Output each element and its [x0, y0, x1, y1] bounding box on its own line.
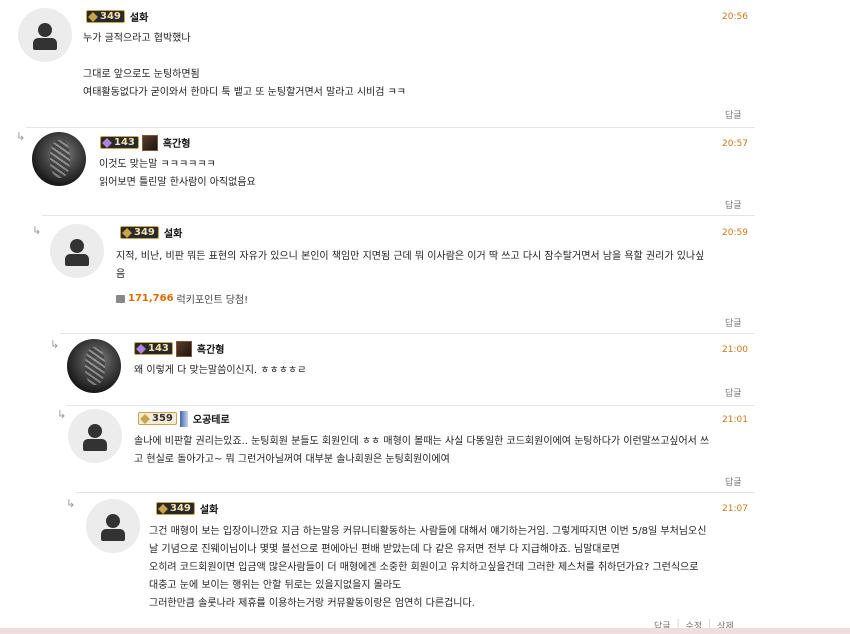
level-badge: 143	[100, 136, 139, 149]
level-gem-icon	[140, 413, 150, 424]
author-name[interactable]: 오공테로	[193, 411, 230, 426]
bottom-divider	[0, 628, 850, 634]
comment-body: 지적, 비난, 비판 뭐든 표현의 자유가 있으니 본인이 책임만 지면됨 근데…	[116, 251, 705, 280]
comment-time: 20:59	[722, 228, 748, 238]
comment-meta: 349 설화	[156, 501, 218, 516]
comment-time: 20:57	[722, 139, 748, 149]
avatar[interactable]	[67, 339, 121, 393]
author-name[interactable]: 흑간형	[163, 135, 191, 150]
emblem-icon	[141, 134, 158, 151]
comment-meta: 359 오공테로	[138, 410, 230, 427]
author-name[interactable]: 설화	[130, 9, 148, 24]
comment-body: 솔나에 비판할 권리는있죠.. 눈팅회원 분들도 회원인데 ㅎㅎ 매형이 볼때는…	[134, 436, 710, 465]
author-name[interactable]: 설화	[164, 225, 182, 240]
comment-body: 이것도 맞는말 ㅋㅋㅋㅋㅋㅋ 읽어보면 틀린말 한사람이 아직없음요	[99, 159, 256, 188]
comment-item: 349 설화 21:07 그건 매형이 보는 입장이니깐요 지금 하는말응 커뮤…	[76, 492, 755, 632]
comment-time: 21:00	[722, 345, 748, 355]
avatar[interactable]	[18, 8, 72, 62]
avatar[interactable]	[86, 499, 140, 553]
lucky-point-amount: 171,766	[128, 293, 174, 304]
comment-meta: 349 설화	[86, 9, 148, 24]
author-name[interactable]: 흑간형	[197, 341, 225, 356]
level-gem-icon	[136, 343, 146, 354]
level-gem-icon	[158, 503, 168, 514]
level-gem-icon	[88, 11, 98, 22]
reply-button[interactable]: 답글	[725, 475, 742, 488]
reply-button[interactable]: 답글	[725, 386, 742, 399]
lucky-point: 171,766 럭키포인트 당첨!	[116, 291, 248, 306]
reply-button[interactable]: 답글	[725, 316, 742, 329]
comment-item: 143 흑간형 20:57 이것도 맞는말 ㅋㅋㅋㅋㅋㅋ 읽어보면 틀린말 한사람…	[26, 127, 755, 215]
comment-body: 누가 글적으라고 협박했나 그대로 앞으로도 눈팅하면됨 여태활동없다가 굳이와서 …	[83, 33, 407, 98]
reply-button[interactable]: 답글	[725, 108, 742, 121]
level-gem-icon	[122, 227, 132, 238]
author-name[interactable]: 설화	[200, 501, 218, 516]
comment-body: 왜 이렇게 다 맞는말씀이신지. ㅎㅎㅎㅎㄹ	[134, 365, 307, 376]
reply-arrow-icon: ↳	[57, 408, 67, 421]
comment-meta: 349 설화	[120, 225, 182, 240]
level-badge: 349	[120, 226, 159, 239]
reply-arrow-icon: ↳	[16, 130, 26, 143]
comment-meta: 143 흑간형	[134, 340, 225, 357]
comment-time: 21:01	[722, 415, 748, 425]
comment-item: 143 흑간형 21:00 왜 이렇게 다 맞는말씀이신지. ㅎㅎㅎㅎㄹ 답글	[60, 333, 755, 405]
comment-body: 그건 매형이 보는 입장이니깐요 지금 하는말응 커뮤니티활동하는 사람들에 대…	[149, 526, 707, 609]
comment-item: 349 설화 20:59 지적, 비난, 비판 뭐든 표현의 자유가 있으니 본…	[42, 215, 755, 333]
lucky-point-label: 럭키포인트 당첨!	[176, 295, 249, 306]
comment-time: 20:56	[722, 12, 748, 22]
comment-meta: 143 흑간형	[100, 134, 191, 151]
avatar[interactable]	[68, 409, 122, 463]
level-badge: 359	[138, 412, 177, 425]
level-badge: 349	[86, 10, 125, 23]
gift-icon	[116, 294, 125, 303]
reply-arrow-icon: ↳	[50, 338, 60, 351]
level-badge: 349	[156, 502, 195, 515]
emblem-icon	[179, 410, 188, 427]
reply-button[interactable]: 답글	[725, 198, 742, 211]
comment-item: 359 오공테로 21:01 솔나에 비판할 권리는있죠.. 눈팅회원 분들도 …	[67, 405, 755, 492]
level-gem-icon	[102, 137, 112, 148]
emblem-icon	[175, 340, 192, 357]
reply-arrow-icon: ↳	[32, 224, 42, 237]
avatar[interactable]	[32, 132, 86, 186]
level-badge: 143	[134, 342, 173, 355]
comment-item: 349 설화 20:56 누가 글적으라고 협박했나 그대로 앞으로도 눈팅하면됨…	[10, 0, 755, 127]
comment-time: 21:07	[722, 504, 748, 514]
avatar[interactable]	[50, 224, 104, 278]
reply-arrow-icon: ↳	[66, 497, 76, 510]
